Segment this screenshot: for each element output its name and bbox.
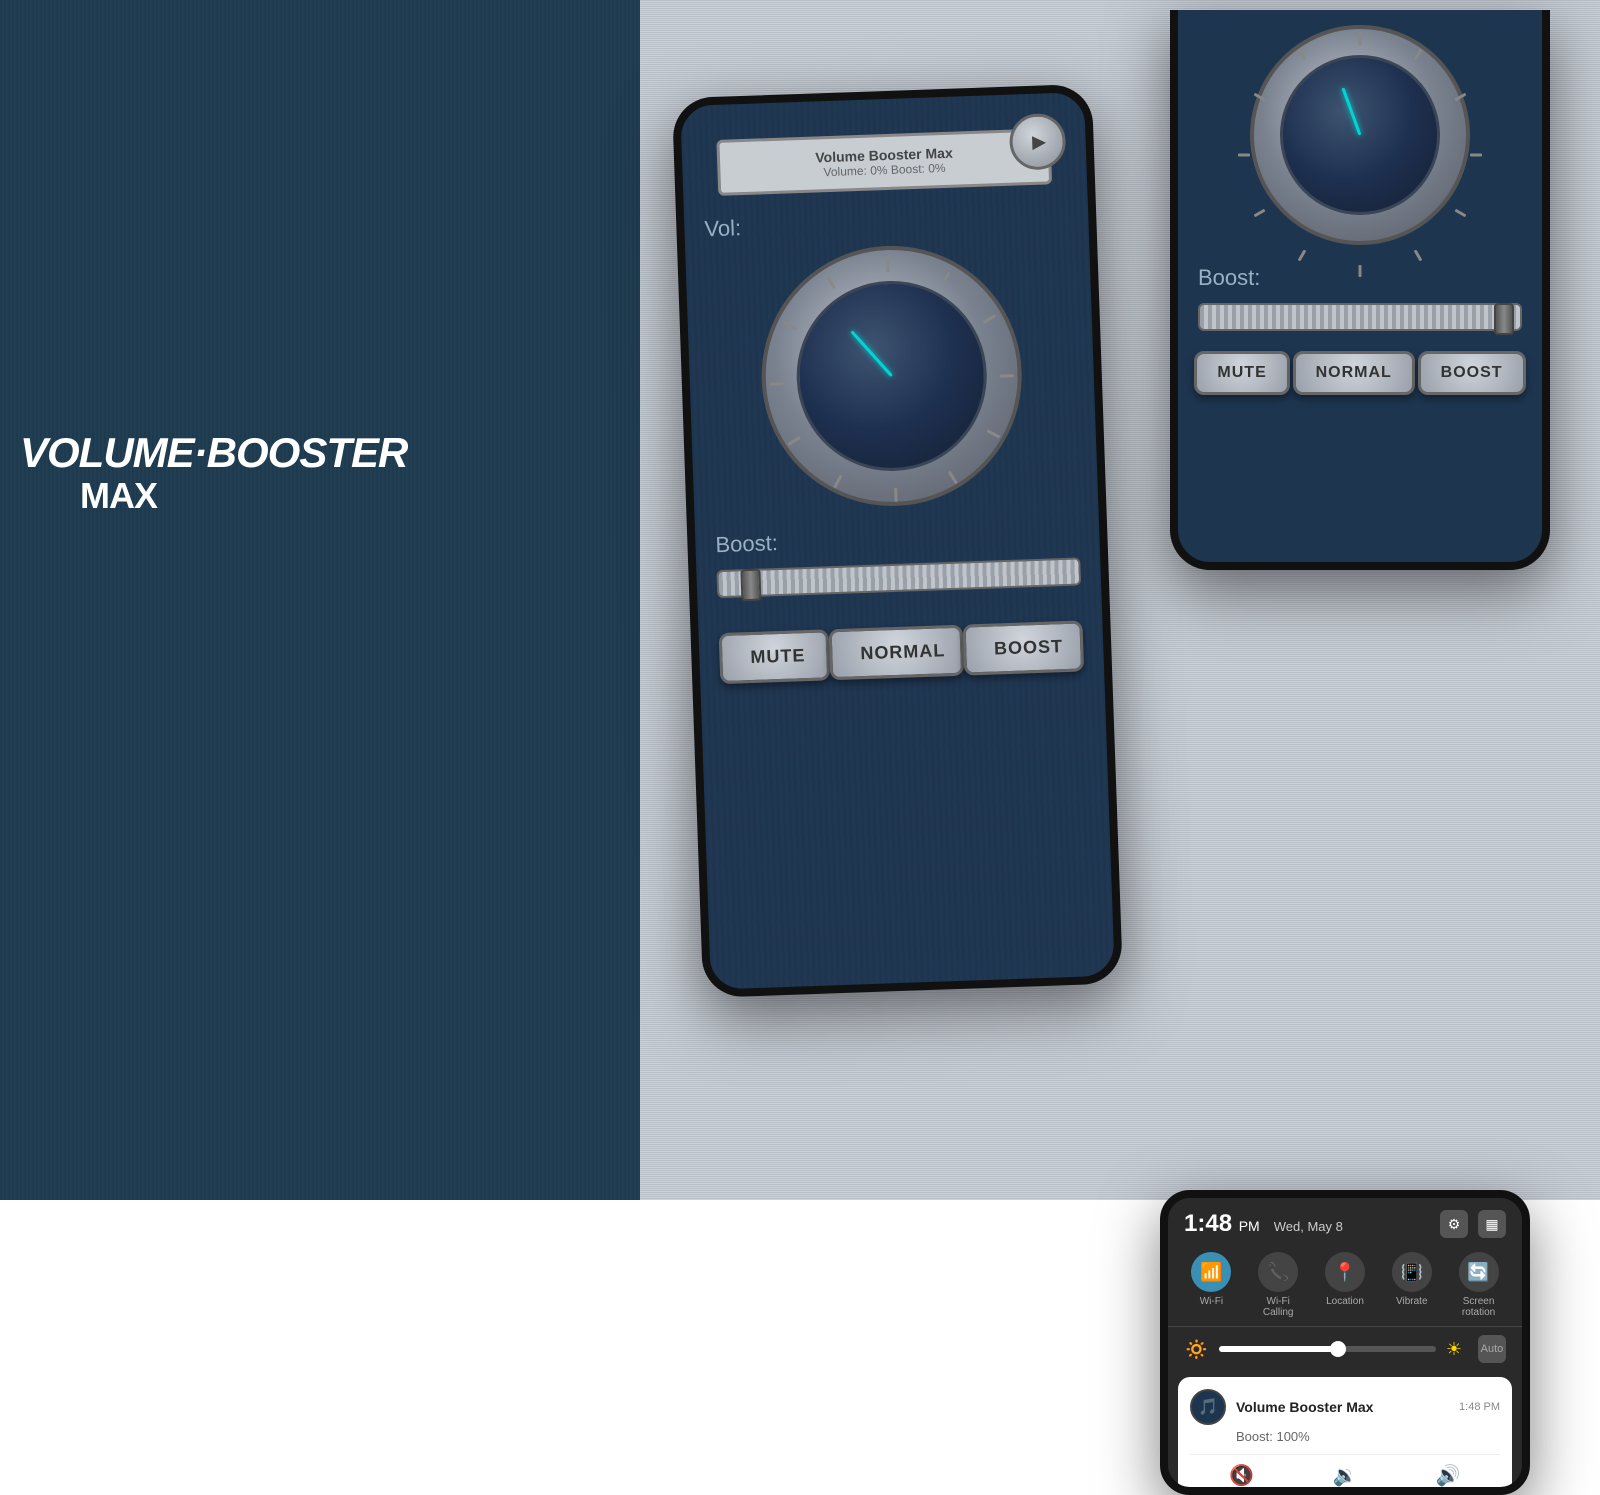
boost-slider-fill: [718, 560, 1079, 597]
toggle-screen-rotation[interactable]: 🔄 Screenrotation: [1459, 1252, 1499, 1318]
grid-icon[interactable]: ▦: [1478, 1210, 1506, 1238]
settings-icon[interactable]: ⚙: [1440, 1210, 1468, 1238]
brightness-high-icon: ☀: [1446, 1339, 1462, 1360]
mute-button[interactable]: MUTE: [719, 629, 831, 684]
vol-knob-inner: [793, 278, 990, 475]
display-panel: Volume Booster Max Volume: 0% Boost: 0%: [716, 128, 1052, 196]
tr-boost-button[interactable]: BOOST: [1418, 351, 1526, 395]
tr-knob-outer[interactable]: [1250, 25, 1470, 245]
wifi-calling-icon: 📞: [1258, 1252, 1298, 1292]
location-label: Location: [1326, 1296, 1364, 1307]
location-icon: 📍: [1325, 1252, 1365, 1292]
toggle-location[interactable]: 📍 Location: [1325, 1252, 1365, 1318]
logo-line1: Volume·Booster: [20, 430, 407, 476]
vol-low-control-icon[interactable]: 🔉: [1333, 1463, 1358, 1488]
boost-label: Boost:: [715, 520, 1080, 559]
app-logo: Volume·Booster Max: [20, 430, 407, 516]
wifi-calling-label: Wi-FiCalling: [1263, 1296, 1294, 1318]
vol-knob-container: [757, 241, 1026, 510]
screen-rotation-label: Screenrotation: [1462, 1296, 1495, 1318]
top-right-phone-wrapper: Boost: MUTE NORMAL BOOST: [1200, 10, 1580, 570]
toggle-wifi-calling[interactable]: 📞 Wi-FiCalling: [1258, 1252, 1298, 1318]
vol-section: Vol:: [683, 183, 1098, 513]
notif-header: 1:48 PM Wed, May 8 ⚙ ▦: [1168, 1198, 1522, 1244]
notif-time: 1:48 PM: [1184, 1210, 1260, 1238]
tr-slider-thumb[interactable]: [1494, 303, 1514, 335]
wifi-label: Wi-Fi: [1200, 1296, 1223, 1307]
boost-slider-track: [716, 557, 1081, 598]
top-right-phone: Boost: MUTE NORMAL BOOST: [1170, 10, 1550, 570]
brightness-fill: [1219, 1346, 1338, 1352]
vibrate-icon: 📳: [1392, 1252, 1432, 1292]
vibrate-label: Vibrate: [1396, 1296, 1428, 1307]
boost-slider-thumb[interactable]: [740, 569, 761, 602]
tr-slider-track: [1198, 303, 1522, 331]
tr-needle: [1341, 88, 1361, 136]
tr-knob-container: [1250, 25, 1470, 245]
vol-knob-outer[interactable]: [757, 241, 1026, 510]
vol-high-control-icon[interactable]: 🔊: [1436, 1463, 1461, 1488]
auto-label: Auto: [1481, 1343, 1504, 1355]
vol-label: Vol:: [704, 204, 1069, 243]
tr-btn-row: MUTE NORMAL BOOST: [1178, 341, 1542, 405]
brightness-track[interactable]: [1219, 1346, 1436, 1352]
wifi-icon: 📶: [1191, 1252, 1231, 1292]
notif-app-icon: 🎵: [1190, 1389, 1226, 1425]
normal-button[interactable]: NORMAL: [829, 625, 964, 681]
vol-needle: [850, 330, 892, 377]
toggle-wifi[interactable]: 📶 Wi-Fi: [1191, 1252, 1231, 1318]
time-value: 1:48: [1184, 1210, 1232, 1237]
notif-card-header: 🎵 Volume Booster Max 1:48 PM: [1190, 1389, 1500, 1425]
logo-line2: Max: [80, 476, 407, 516]
main-phone: Volume Booster Max Volume: 0% Boost: 0% …: [672, 84, 1123, 998]
screen-rotation-icon: 🔄: [1459, 1252, 1499, 1292]
brightness-row: 🔅 ☀ Auto: [1168, 1327, 1522, 1371]
notif-phone-wrapper: 1:48 PM Wed, May 8 ⚙ ▦ 📶 Wi-Fi 📞 Wi-FiCa…: [1200, 590, 1570, 895]
time-row: 1:48 PM Wed, May 8: [1184, 1210, 1343, 1238]
notif-phone: 1:48 PM Wed, May 8 ⚙ ▦ 📶 Wi-Fi 📞 Wi-FiCa…: [1160, 1190, 1530, 1495]
notif-header-icons: ⚙ ▦: [1440, 1210, 1506, 1238]
boost-button[interactable]: BOOST: [962, 620, 1084, 675]
display-row: Volume Booster Max Volume: 0% Boost: 0%: [680, 92, 1087, 197]
boost-section: Boost:: [694, 499, 1101, 619]
brightness-low-icon: 🔅: [1184, 1337, 1209, 1362]
toggle-vibrate[interactable]: 📳 Vibrate: [1392, 1252, 1432, 1318]
notif-boost-text: Boost: 100%: [1236, 1429, 1500, 1444]
main-btn-row: MUTE NORMAL BOOST: [698, 605, 1105, 700]
tr-knob-section: [1178, 10, 1542, 245]
auto-brightness-btn[interactable]: Auto: [1478, 1335, 1506, 1363]
am-pm: PM: [1239, 1218, 1260, 1234]
notif-app-name: Volume Booster Max: [1236, 1399, 1449, 1415]
brightness-thumb: [1330, 1341, 1346, 1357]
play-button[interactable]: [1009, 113, 1067, 171]
tr-knob-inner: [1280, 55, 1440, 215]
quick-toggles: 📶 Wi-Fi 📞 Wi-FiCalling 📍 Location 📳 Vibr…: [1168, 1244, 1522, 1327]
notif-card-time: 1:48 PM: [1459, 1401, 1500, 1413]
notif-card: 🎵 Volume Booster Max 1:48 PM Boost: 100%…: [1178, 1377, 1512, 1495]
left-panel: Volume·Booster Max: [0, 0, 640, 1200]
notif-controls: 🔇 🔉 🔊: [1190, 1454, 1500, 1488]
tr-normal-button[interactable]: NORMAL: [1293, 351, 1415, 395]
tr-slider-fill: [1200, 305, 1520, 329]
mute-control-icon[interactable]: 🔇: [1229, 1463, 1254, 1488]
notif-date: Wed, May 8: [1274, 1219, 1343, 1234]
tr-mute-button[interactable]: MUTE: [1194, 351, 1289, 395]
